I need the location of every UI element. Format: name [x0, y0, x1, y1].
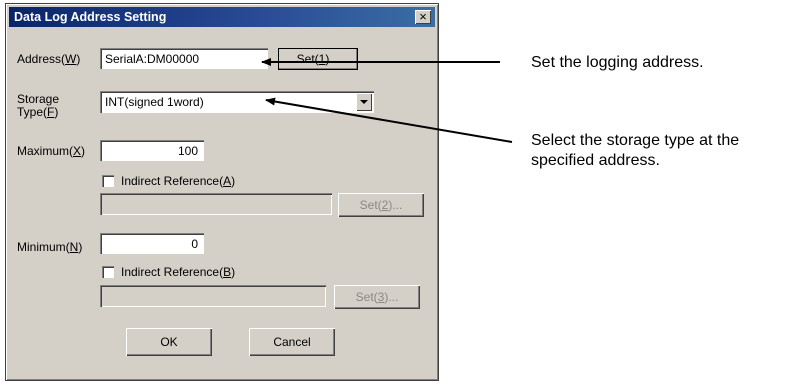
storage-type-annotation-line2: specified address.	[531, 152, 660, 169]
storage-type-arrow	[265, 97, 513, 143]
address-annotation: Set the logging address.	[531, 54, 704, 71]
storage-type-annotation: Select the storage type at the specified…	[531, 131, 739, 171]
storage-type-annotation-line1: Select the storage type at the	[531, 132, 740, 149]
